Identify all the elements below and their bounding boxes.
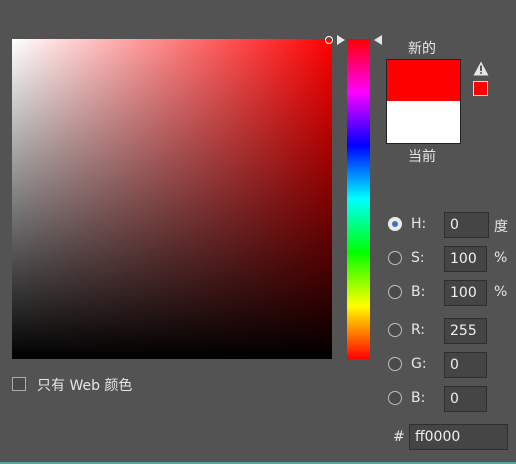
hex-label: # xyxy=(393,429,405,445)
warning-triangle-icon[interactable] xyxy=(473,61,489,76)
hue-slider-right-handle-icon[interactable] xyxy=(374,35,382,45)
blue-input[interactable]: 0 xyxy=(444,386,487,412)
hue-slider[interactable] xyxy=(347,39,370,359)
red-label: R: xyxy=(411,322,426,338)
radio-hue[interactable] xyxy=(388,217,402,231)
radio-red[interactable] xyxy=(388,323,402,337)
saturation-input[interactable]: 100 xyxy=(444,246,487,272)
web-safe-color-swatch[interactable] xyxy=(473,81,488,96)
new-color-swatch xyxy=(386,59,461,101)
current-color-swatch[interactable] xyxy=(386,101,461,144)
saturation-label: S: xyxy=(411,250,425,266)
green-input[interactable]: 0 xyxy=(444,352,487,378)
hex-input[interactable]: ff0000 xyxy=(409,424,508,450)
blue-label: B: xyxy=(411,390,426,406)
only-web-colors-checkbox[interactable] xyxy=(12,377,26,391)
current-color-label: 当前 xyxy=(408,149,436,165)
brightness-label: B: xyxy=(411,284,426,300)
hue-unit: 度 xyxy=(494,219,508,235)
radio-blue[interactable] xyxy=(388,391,402,405)
hue-input[interactable]: 0 xyxy=(444,212,489,238)
hue-label: H: xyxy=(411,216,427,232)
brightness-unit: % xyxy=(494,284,508,300)
green-label: G: xyxy=(411,356,427,372)
radio-brightness[interactable] xyxy=(388,285,402,299)
radio-green[interactable] xyxy=(388,357,402,371)
saturation-brightness-field[interactable] xyxy=(12,39,332,359)
brightness-input[interactable]: 100 xyxy=(444,280,487,306)
only-web-colors-label[interactable]: 只有 Web 颜色 xyxy=(37,375,132,395)
new-color-label: 新的 xyxy=(408,41,436,57)
hue-slider-left-handle-icon[interactable] xyxy=(337,35,345,45)
radio-saturation[interactable] xyxy=(388,251,402,265)
saturation-unit: % xyxy=(494,250,508,266)
red-input[interactable]: 255 xyxy=(444,318,487,344)
color-marker[interactable] xyxy=(325,36,333,44)
